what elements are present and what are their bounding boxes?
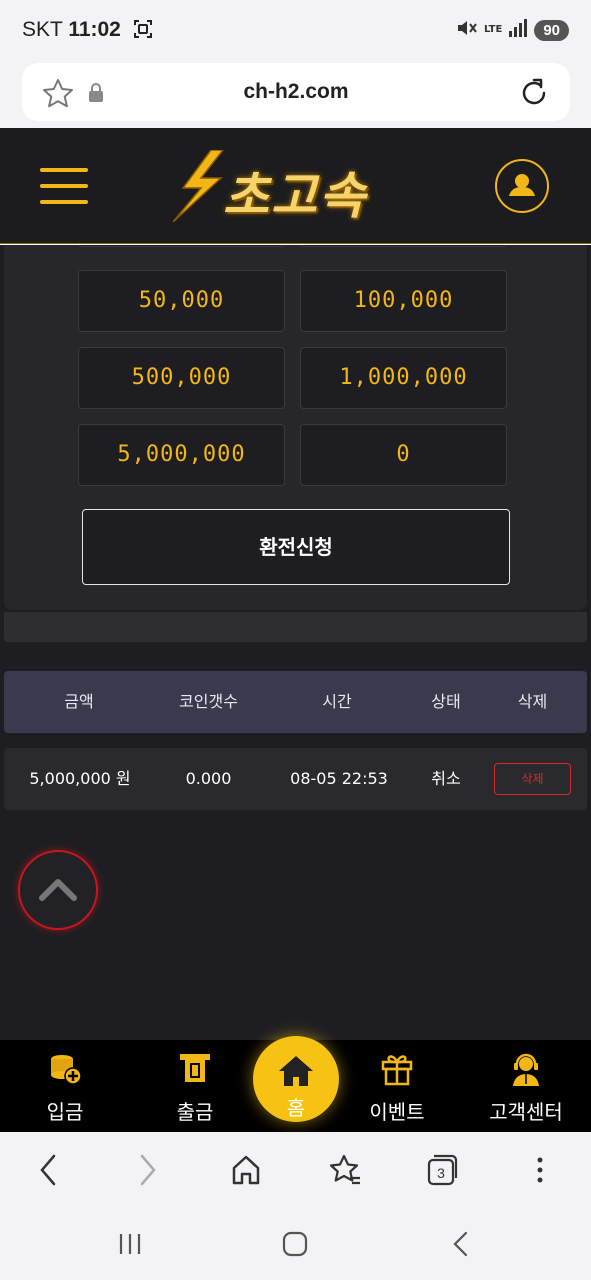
nav-deposit[interactable]: 입금	[20, 1040, 110, 1132]
signal-icon	[508, 19, 528, 41]
address-bar-area: ch-h2.com	[0, 60, 591, 128]
nav-event[interactable]: 이벤트	[352, 1040, 442, 1132]
table-row: 5,000,000 원 0.000 08-05 22:53 취소 삭제	[4, 748, 587, 810]
amount-button-500000[interactable]: 500,000	[78, 347, 285, 409]
cell-amount: 5,000,000 원	[29, 769, 131, 788]
tabs-icon[interactable]: 3	[426, 1152, 460, 1192]
url-text: ch-h2.com	[243, 80, 349, 103]
amount-button-hidden-1[interactable]	[78, 245, 285, 247]
nav-support-label: 고객센터	[489, 1100, 563, 1124]
tab-count: 3	[437, 1165, 445, 1181]
chevron-up-icon	[39, 879, 77, 901]
logo[interactable]: 초고속	[165, 150, 430, 225]
status-bar: SKT 11:02 LTE 90	[0, 0, 591, 60]
scroll-to-top-button[interactable]	[18, 850, 98, 930]
battery-badge: 90	[534, 19, 569, 41]
nav-home-label: 홈	[286, 1096, 306, 1120]
cell-status: 취소	[431, 769, 461, 788]
col-coins: 코인갯수	[179, 692, 238, 711]
support-agent-icon	[513, 1053, 539, 1086]
reload-icon[interactable]	[520, 77, 548, 111]
col-delete: 삭제	[517, 692, 548, 711]
more-options-icon[interactable]	[530, 1152, 550, 1192]
history-table-header: 금액 코인갯수 시간 상태 삭제	[4, 671, 587, 733]
carrier-label: SKT	[22, 18, 63, 41]
system-back-icon[interactable]	[448, 1230, 476, 1262]
atm-icon	[180, 1054, 210, 1082]
delete-button[interactable]: 삭제	[494, 763, 571, 795]
col-amount: 금액	[64, 692, 94, 711]
menu-icon[interactable]	[40, 168, 88, 208]
amount-button-50000[interactable]: 50,000	[78, 270, 285, 332]
home-icon	[279, 1056, 313, 1086]
logo-text: 초고속	[223, 167, 367, 225]
address-bar[interactable]: ch-h2.com	[22, 63, 570, 121]
amount-button-5000000[interactable]: 5,000,000	[78, 424, 285, 486]
nav-home[interactable]: 홈	[253, 1036, 339, 1122]
amount-display-total[interactable]: 0	[300, 424, 507, 486]
cell-time: 08-05 22:53	[290, 769, 388, 788]
browser-toolbar: 3	[0, 1132, 591, 1210]
clock: 11:02	[68, 18, 121, 41]
nav-deposit-label: 입금	[46, 1100, 84, 1124]
nav-withdraw[interactable]: 출금	[150, 1040, 240, 1132]
amount-button-1000000[interactable]: 1,000,000	[300, 347, 507, 409]
screen-capture-icon	[133, 19, 153, 45]
gift-icon	[381, 1055, 413, 1086]
amount-button-100000[interactable]: 100,000	[300, 270, 507, 332]
back-icon[interactable]	[34, 1152, 62, 1192]
forward-icon[interactable]	[134, 1152, 162, 1192]
coins-icon	[51, 1055, 82, 1085]
col-status: 상태	[431, 692, 461, 711]
bookmarks-icon[interactable]	[328, 1152, 362, 1192]
main-content: 50,000 100,000 500,000 1,000,000 5,000,0…	[0, 245, 591, 1040]
nav-event-label: 이벤트	[369, 1100, 425, 1124]
mute-icon	[456, 18, 478, 42]
cell-coins: 0.000	[185, 769, 232, 788]
exchange-request-button[interactable]: 환전신청	[82, 509, 510, 585]
nav-support[interactable]: 고객센터	[478, 1040, 574, 1132]
site-header: 초고속	[0, 128, 591, 244]
home-page-icon[interactable]	[230, 1152, 262, 1192]
user-icon	[509, 174, 535, 196]
amount-button-hidden-2[interactable]	[300, 245, 507, 247]
system-home-icon[interactable]	[281, 1230, 309, 1262]
recent-apps-icon[interactable]	[116, 1230, 144, 1262]
exchange-panel: 50,000 100,000 500,000 1,000,000 5,000,0…	[4, 245, 587, 610]
user-account-button[interactable]	[495, 159, 549, 213]
network-label: LTE	[483, 24, 503, 35]
bottom-navigation: 입금 출금 홈 이벤트 고객센터	[0, 1036, 591, 1132]
divider-strip	[4, 612, 587, 642]
nav-withdraw-label: 출금	[176, 1100, 214, 1124]
system-navigation-bar	[0, 1210, 591, 1280]
col-time: 시간	[322, 692, 352, 711]
